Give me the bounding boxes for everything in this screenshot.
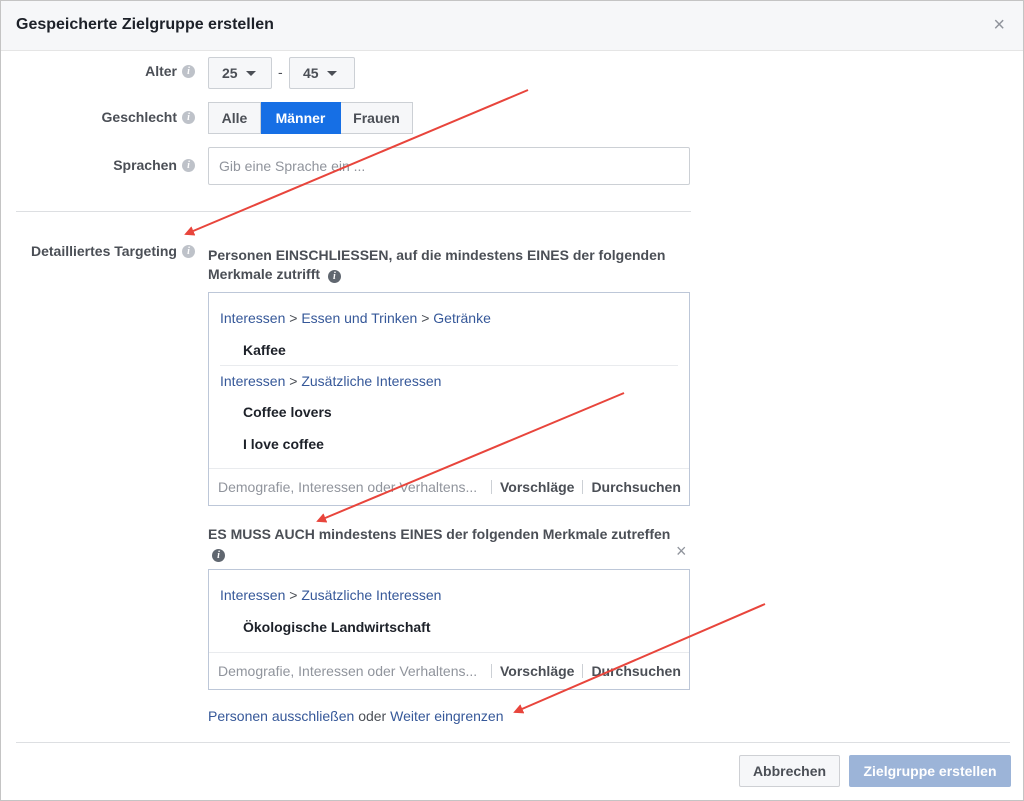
create-audience-dialog: Gespeicherte Zielgruppe erstellen × Alte… xyxy=(0,0,1024,801)
must-also-description: ES MUSS AUCH mindestens EINES der folgen… xyxy=(208,526,671,562)
gender-segmented-control: Alle Männer Frauen xyxy=(208,102,413,134)
gender-option-women[interactable]: Frauen xyxy=(341,102,413,134)
targeting-search-input[interactable]: Demografie, Interessen oder Verhaltens..… xyxy=(209,663,491,679)
targeting-links: Personen ausschließen oder Weiter eingre… xyxy=(208,708,504,724)
caret-down-icon xyxy=(245,70,256,76)
footer-divider xyxy=(16,742,1010,743)
info-icon[interactable]: i xyxy=(182,244,195,258)
targeting-label: Detailliertes Targeting i xyxy=(31,243,195,259)
languages-label: Sprachen i xyxy=(113,157,195,173)
category-path: Interessen > Zusätzliche Interessen xyxy=(220,373,442,389)
suggestions-button[interactable]: Vorschläge xyxy=(492,479,582,495)
gender-option-all[interactable]: Alle xyxy=(208,102,261,134)
suggestions-button[interactable]: Vorschläge xyxy=(492,663,582,679)
targeting-item: Coffee lovers xyxy=(243,404,332,420)
browse-button[interactable]: Durchsuchen xyxy=(583,663,688,679)
narrow-further-link[interactable]: Weiter eingrenzen xyxy=(390,708,503,724)
include-description: Personen EINSCHLIESSEN, auf die mindeste… xyxy=(208,247,666,283)
language-input[interactable]: Gib eine Sprache ein ... xyxy=(208,147,690,185)
must-search-bar: Demografie, Interessen oder Verhaltens..… xyxy=(209,652,689,689)
info-icon[interactable]: i xyxy=(212,549,225,562)
age-separator: - xyxy=(278,64,283,80)
age-to-select[interactable]: 45 xyxy=(289,57,355,89)
info-icon[interactable]: i xyxy=(327,270,341,283)
age-from-select[interactable]: 25 xyxy=(208,57,272,89)
category-path: Interessen > Zusätzliche Interessen xyxy=(220,587,442,603)
info-icon[interactable]: i xyxy=(182,110,195,124)
targeting-item: Kaffee xyxy=(243,342,286,358)
gender-option-men[interactable]: Männer xyxy=(261,102,341,134)
must-also-targeting-box: Interessen > Zusätzliche Interessen Ökol… xyxy=(208,569,690,690)
age-label: Alter i xyxy=(145,63,195,79)
remove-narrow-icon[interactable]: × xyxy=(676,541,687,562)
dialog-title: Gespeicherte Zielgruppe erstellen xyxy=(16,16,274,33)
include-targeting-box: Interessen > Essen und Trinken > Getränk… xyxy=(208,292,690,506)
close-icon[interactable]: × xyxy=(993,15,1005,35)
gender-label: Geschlecht i xyxy=(102,109,195,125)
exclude-people-link[interactable]: Personen ausschließen xyxy=(208,708,354,724)
create-audience-button[interactable]: Zielgruppe erstellen xyxy=(849,755,1011,787)
targeting-item: Ökologische Landwirtschaft xyxy=(243,619,431,635)
cancel-button[interactable]: Abbrechen xyxy=(739,755,840,787)
group-divider xyxy=(220,365,678,366)
info-icon[interactable]: i xyxy=(182,158,195,172)
include-search-bar: Demografie, Interessen oder Verhaltens..… xyxy=(209,468,689,505)
info-icon[interactable]: i xyxy=(182,64,195,78)
targeting-search-input[interactable]: Demografie, Interessen oder Verhaltens..… xyxy=(209,479,491,495)
category-path: Interessen > Essen und Trinken > Getränk… xyxy=(220,310,491,326)
section-divider xyxy=(16,211,691,212)
caret-down-icon xyxy=(326,70,337,76)
dialog-header: Gespeicherte Zielgruppe erstellen × xyxy=(1,1,1023,51)
targeting-item: I love coffee xyxy=(243,436,324,452)
browse-button[interactable]: Durchsuchen xyxy=(583,479,688,495)
